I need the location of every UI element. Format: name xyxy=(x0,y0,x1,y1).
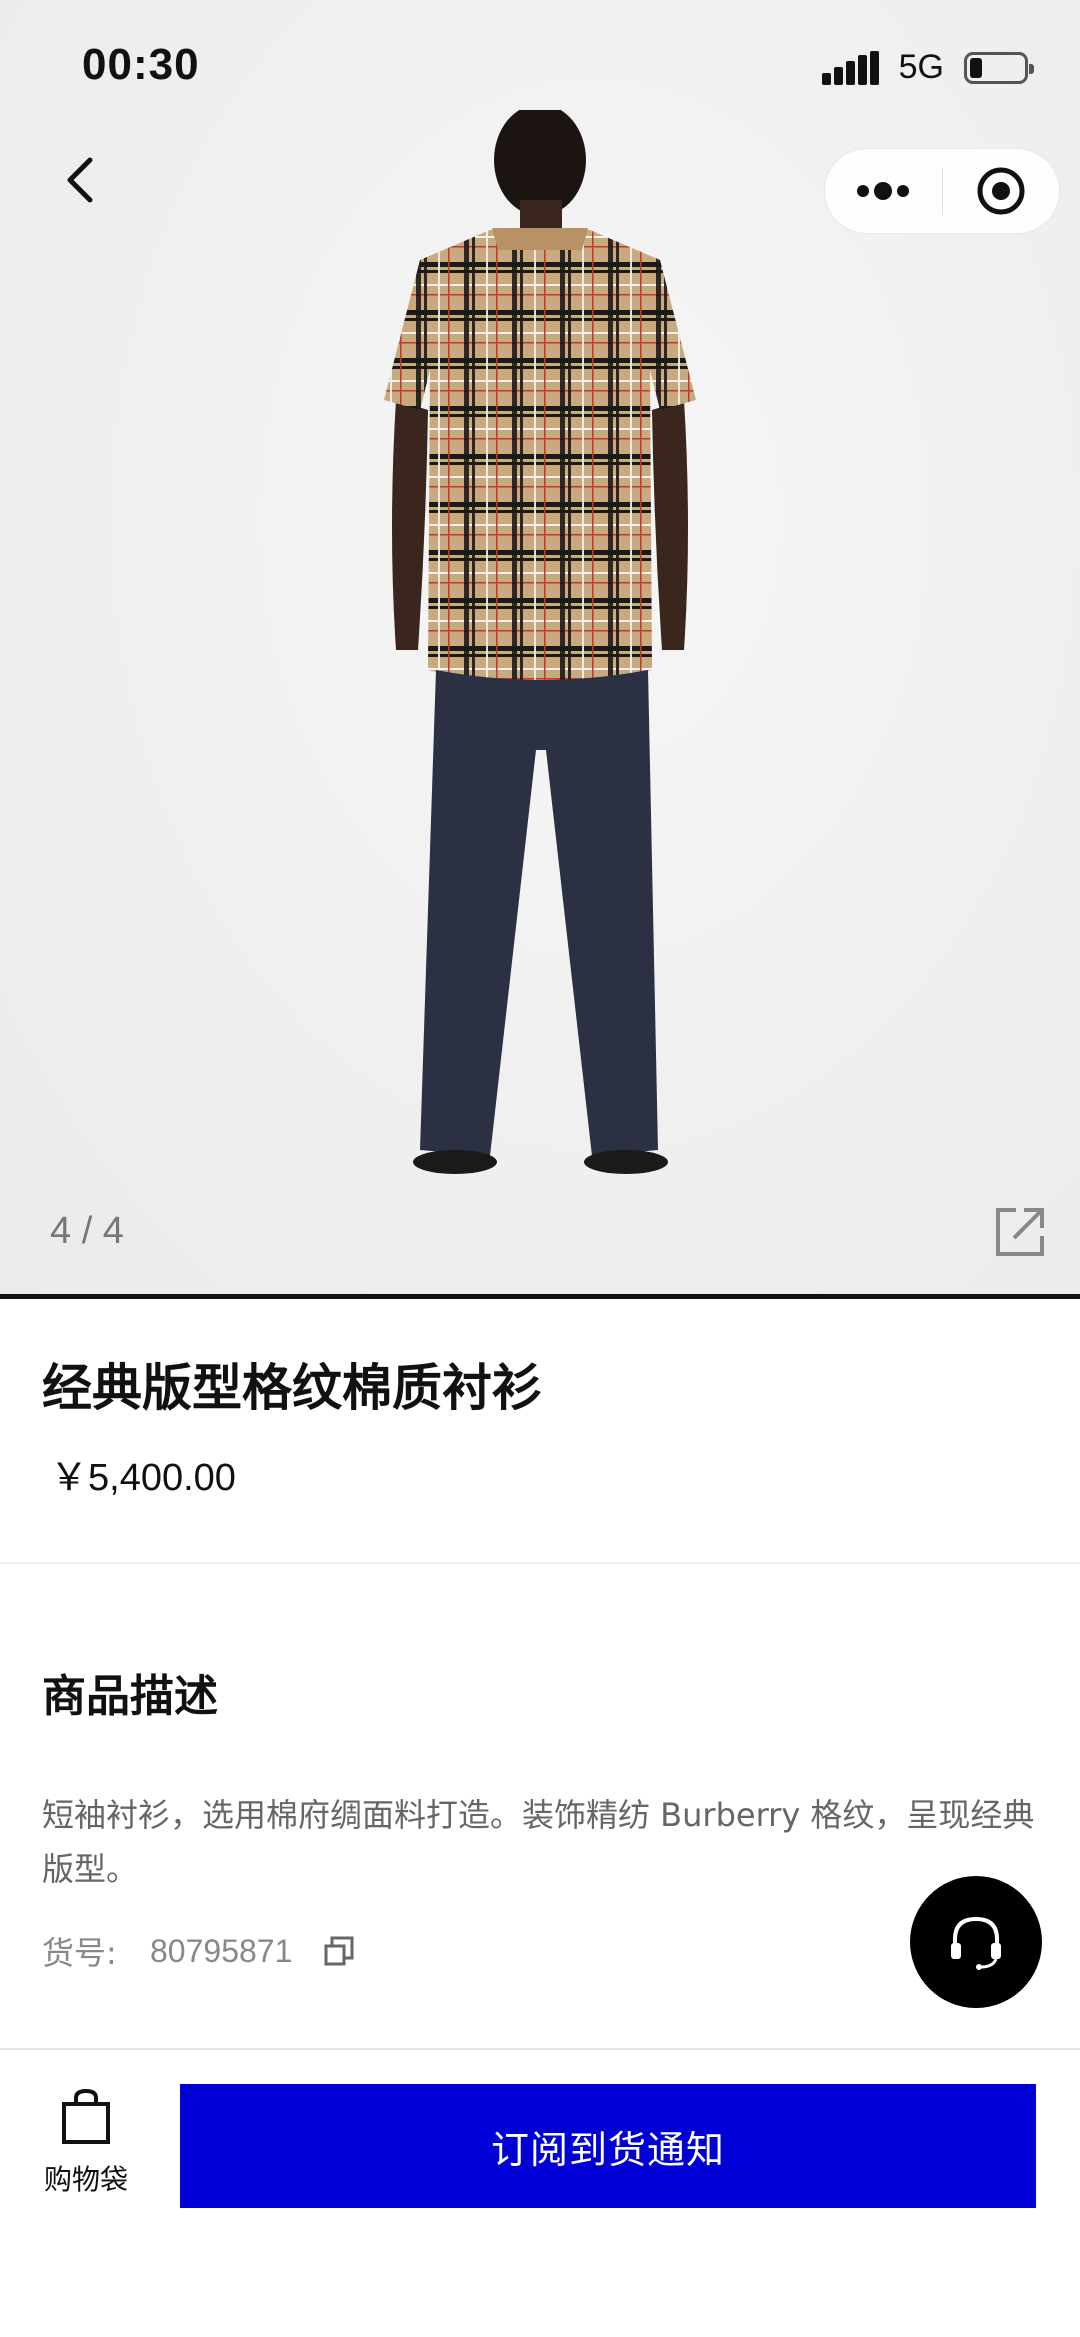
share-external-icon xyxy=(996,1208,1044,1256)
copy-icon xyxy=(324,1936,354,1966)
product-price: ￥5,400.00 xyxy=(50,1457,236,1499)
headset-support-icon xyxy=(951,1916,1001,1970)
close-miniprogram-button[interactable] xyxy=(943,148,1060,234)
shopping-bag-label: 购物袋 xyxy=(43,2163,128,2196)
sku-value: 80795871 xyxy=(150,1932,293,1969)
subscribe-restock-button[interactable]: 订阅到货通知 xyxy=(180,2084,1036,2208)
more-dots-icon xyxy=(857,182,910,200)
copy-sku-button[interactable] xyxy=(322,1934,356,1968)
description-text: 短袖衬衫，选用棉府绸面料打造。装饰精纺 Burberry 格纹，呈现经典版型。 xyxy=(42,1796,1035,1888)
product-photo xyxy=(384,110,696,1174)
network-label: 5G xyxy=(898,48,944,86)
sku-label: 货号: xyxy=(42,1934,117,1972)
shopping-bag-button[interactable]: 购物袋 xyxy=(34,2088,138,2204)
section-divider xyxy=(0,1562,1080,1564)
product-image-gallery[interactable]: 00:30 5G 4 / 4 xyxy=(0,0,1080,1296)
more-button[interactable] xyxy=(825,148,942,234)
shopping-bag-icon xyxy=(62,2088,110,2144)
customer-support-button[interactable] xyxy=(910,1876,1042,2008)
back-arrow-icon xyxy=(67,157,93,203)
close-target-icon xyxy=(977,167,1025,215)
description-heading: 商品描述 xyxy=(42,1671,218,1722)
status-indicators: 5G xyxy=(821,48,1034,87)
signal-icon xyxy=(821,50,879,85)
share-button[interactable] xyxy=(992,1204,1048,1260)
image-counter: 4 / 4 xyxy=(50,1210,124,1252)
battery-icon xyxy=(964,51,1034,84)
back-button[interactable] xyxy=(52,148,112,212)
miniprogram-capsule xyxy=(824,148,1060,234)
product-title: 经典版型格纹棉质衬衫 xyxy=(42,1359,542,1417)
bottom-bar-divider xyxy=(0,2048,1080,2050)
hero-divider xyxy=(0,1294,1080,1299)
sku-row: 货号: 80795871 xyxy=(42,1928,356,1974)
status-time: 00:30 xyxy=(82,40,200,89)
